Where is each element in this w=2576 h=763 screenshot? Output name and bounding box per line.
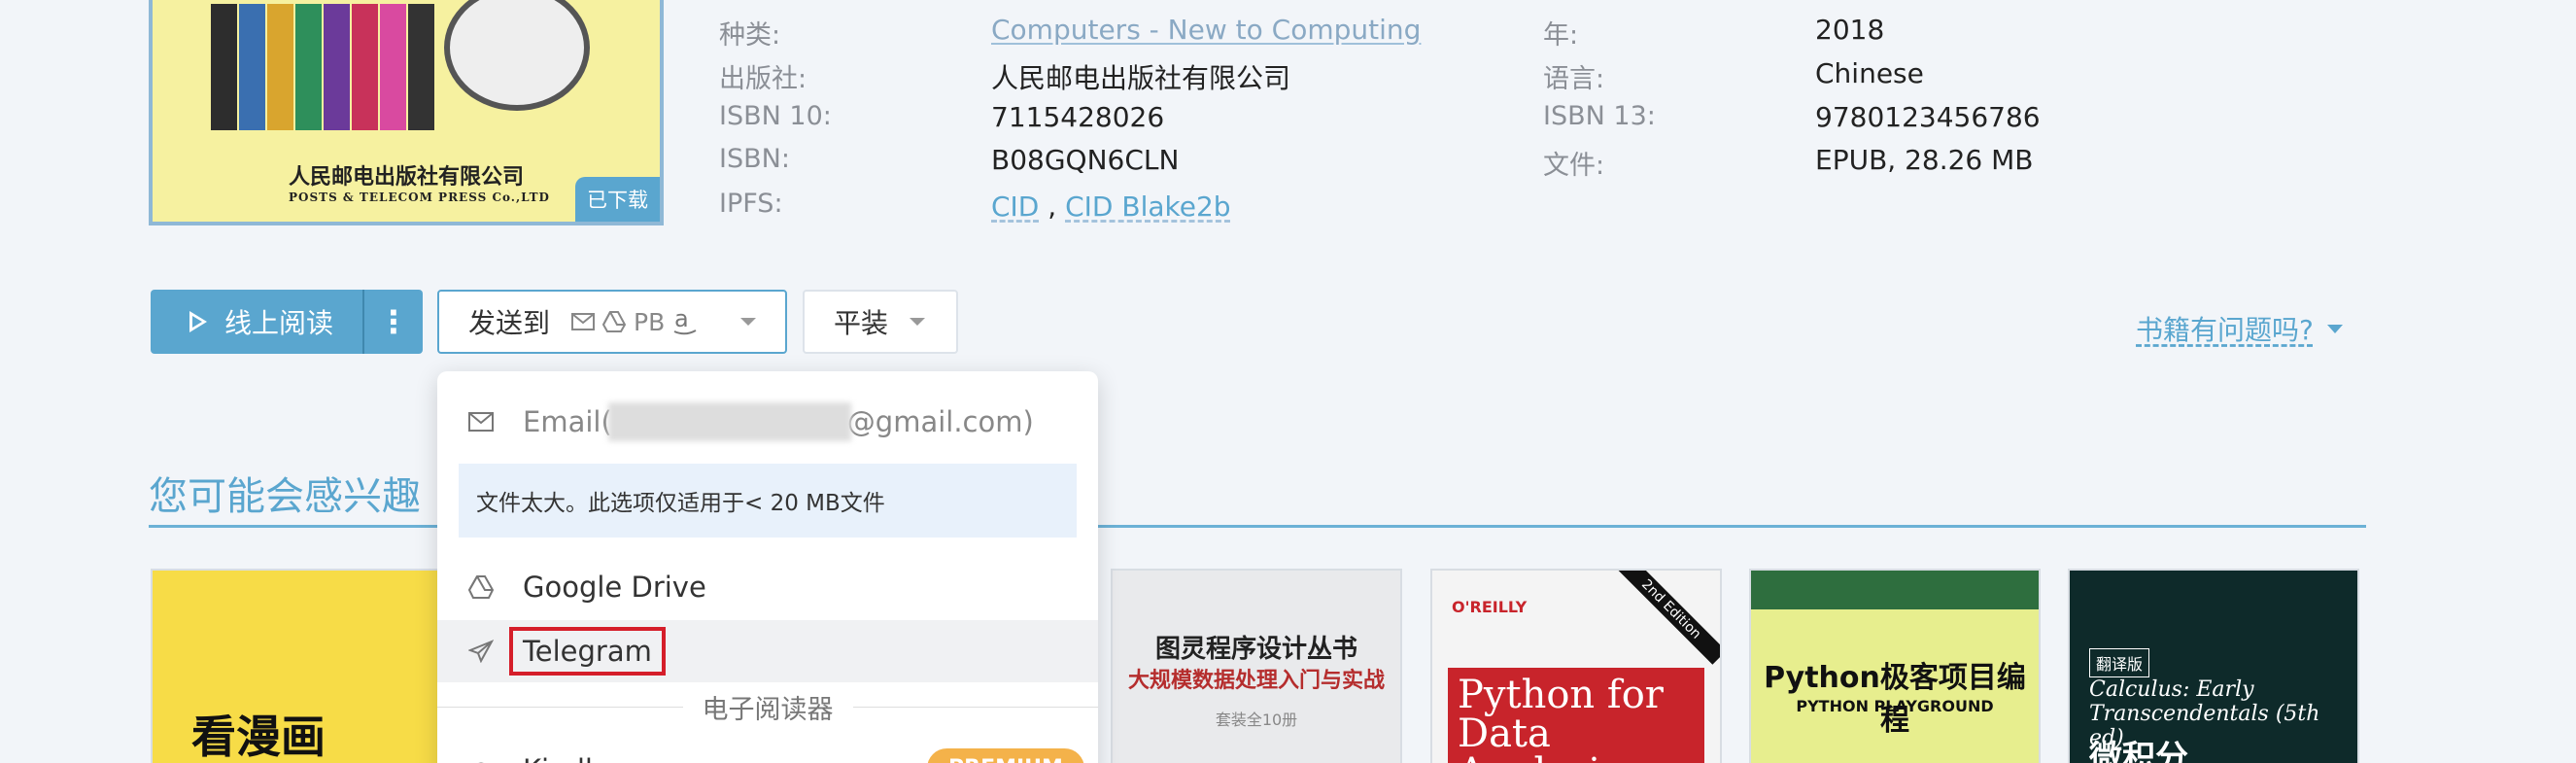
- send-to-dropdown: Email( @gmail.com) 文件太大。此选项仅适用于< 20 MB文件…: [437, 371, 1098, 763]
- ereader-divider: 电子阅读器: [437, 688, 1098, 726]
- publisher-label: 出版社:: [719, 64, 807, 94]
- redacted-email: [607, 402, 851, 441]
- google-drive-icon: [602, 311, 627, 332]
- isbn13-label: ISBN 13:: [1543, 101, 1656, 131]
- publisher-value: 人民邮电出版社有限公司: [991, 62, 1291, 94]
- format-button[interactable]: 平装: [803, 290, 958, 354]
- isbn-value: B08GQN6CLN: [991, 144, 1180, 176]
- ipfs-links: CID , CID Blake2b: [991, 191, 1231, 223]
- mail-icon: [466, 412, 496, 432]
- more-options-button[interactable]: ⋮: [364, 303, 423, 340]
- category-link[interactable]: Computers - New to Computing: [991, 14, 1421, 46]
- google-drive-icon: [466, 575, 496, 599]
- email-prefix: Email(: [523, 405, 612, 438]
- send-telegram-option[interactable]: Telegram: [437, 620, 1098, 682]
- rec-book-banner: [1751, 571, 2039, 609]
- telegram-icon: [466, 640, 496, 663]
- category-label: 种类:: [719, 20, 781, 51]
- ipfs-cid-link[interactable]: CID: [991, 191, 1039, 223]
- report-problem-label: 书籍有问题吗?: [2136, 314, 2314, 346]
- send-target-icons: PB a: [571, 307, 698, 336]
- mail-icon: [571, 313, 596, 330]
- rec-book-title: Python for Data Analysis: [1448, 668, 1704, 763]
- recommended-book-2[interactable]: 图灵程序设计丛书 大规模数据处理入门与实战 套装全10册: [1111, 569, 1402, 763]
- ipfs-label: IPFS:: [719, 189, 783, 219]
- ipfs-blake2b-link[interactable]: CID Blake2b: [1065, 191, 1230, 223]
- year-value: 2018: [1815, 14, 1885, 46]
- chevron-down-icon: [2326, 324, 2343, 333]
- read-online-button-group: 线上阅读 ⋮: [151, 290, 423, 354]
- cover-art: [211, 4, 434, 130]
- downloaded-badge: 已下载: [575, 177, 660, 222]
- rec-book-edition: 2nd Edition: [1616, 571, 1720, 665]
- read-online-button[interactable]: 线上阅读: [151, 290, 364, 354]
- report-problem-link[interactable]: 书籍有问题吗?: [2136, 309, 2343, 348]
- send-to-button[interactable]: 发送到 PB a: [437, 290, 787, 354]
- isbn10-label: ISBN 10:: [719, 101, 832, 131]
- rec-book-badge: 翻译版: [2089, 648, 2150, 677]
- premium-badge: PREMIUM: [927, 748, 1084, 763]
- cover-publisher: 人民邮电出版社有限公司 POSTS & TELECOM PRESS Co.,LT…: [289, 164, 550, 204]
- send-to-label: 发送到: [468, 307, 551, 339]
- rec-book-title: Python极客项目编程: [1764, 661, 2026, 738]
- file-size-warning: 文件太大。此选项仅适用于< 20 MB文件: [459, 464, 1077, 538]
- cover-robot-illustration: [444, 0, 590, 111]
- isbn-label: ISBN:: [719, 144, 790, 174]
- kindle-label: Kindle: [523, 753, 610, 763]
- send-google-drive-option[interactable]: Google Drive: [437, 556, 1098, 618]
- rec-book-title: 大规模数据处理入门与实战: [1127, 669, 1385, 693]
- isbn13-value: 9780123456786: [1815, 101, 2041, 133]
- chevron-down-icon: [910, 318, 926, 326]
- ipfs-separator: ,: [1048, 191, 1057, 223]
- isbn10-value: 7115428026: [991, 101, 1165, 133]
- chevron-down-icon: [740, 318, 756, 326]
- ereader-divider-label: 电子阅读器: [702, 695, 834, 725]
- file-label: 文件:: [1543, 151, 1605, 181]
- format-label: 平装: [834, 307, 889, 339]
- rec-book-cn-title: 微积分: [2089, 739, 2188, 763]
- telegram-label: Telegram: [509, 627, 666, 676]
- google-drive-label: Google Drive: [523, 571, 706, 604]
- rec-book-subtitle: PYTHON PLAYGROUND: [1796, 697, 1994, 715]
- play-icon: [189, 311, 207, 332]
- recommended-book-5[interactable]: 翻译版 Calculus: Early Transcendentals (5th…: [2068, 569, 2359, 763]
- rec-book-series: 图灵程序设计丛书: [1154, 635, 1357, 664]
- rec-book-publisher: O'REILLY: [1452, 598, 1528, 616]
- send-email-option[interactable]: Email( @gmail.com): [437, 391, 1098, 453]
- rec-book-note: 套装全10册: [1215, 711, 1298, 729]
- file-value: EPUB, 28.26 MB: [1815, 144, 2034, 176]
- amazon-icon: a: [673, 307, 697, 335]
- recommended-book-4[interactable]: Python极客项目编程 PYTHON PLAYGROUND: [1749, 569, 2041, 763]
- email-suffix: @gmail.com): [846, 405, 1034, 438]
- language-value: Chinese: [1815, 57, 1924, 89]
- recommended-book-1[interactable]: 看漫画: [151, 569, 442, 763]
- svg-text:a: a: [674, 307, 689, 332]
- year-label: 年:: [1543, 20, 1579, 51]
- book-cover[interactable]: 人民邮电出版社有限公司 POSTS & TELECOM PRESS Co.,LT…: [149, 0, 664, 225]
- pocketbook-icon: PB: [634, 307, 666, 336]
- kindle-icon: ◉: [466, 756, 496, 763]
- recommend-title: 您可能会感兴趣: [149, 474, 421, 519]
- language-label: 语言:: [1543, 64, 1605, 94]
- rec-book-title: 看漫画: [191, 711, 326, 763]
- recommended-book-3[interactable]: O'REILLY 2nd Edition Python for Data Ana…: [1430, 569, 1722, 763]
- read-online-label: 线上阅读: [224, 307, 334, 339]
